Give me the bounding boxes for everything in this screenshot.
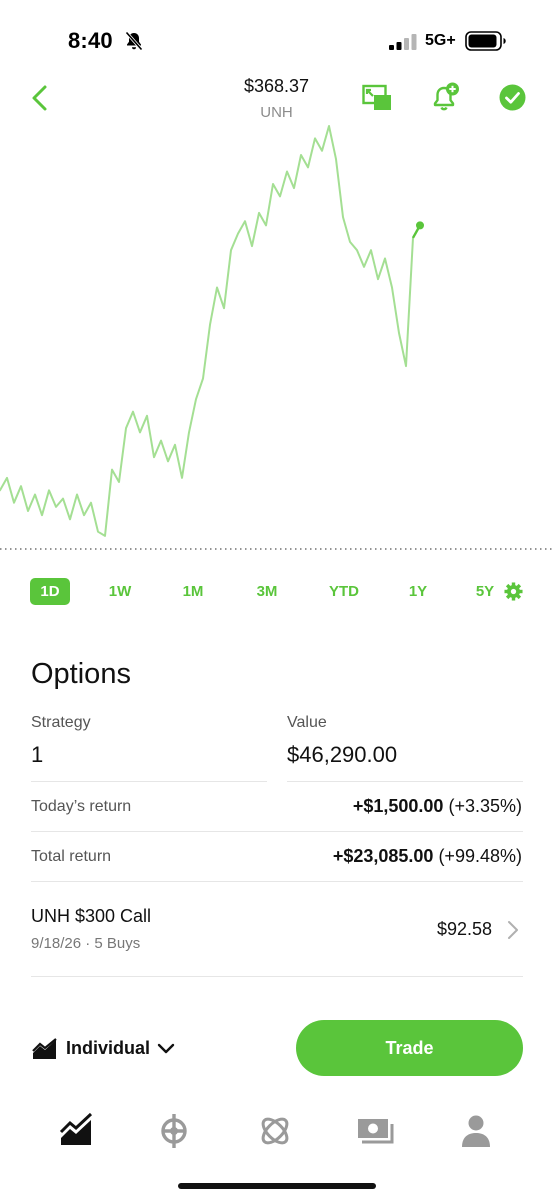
investing-icon[interactable] [56, 1111, 96, 1151]
position-detail: 9/18/26 · 5 Buys [31, 935, 141, 952]
chart-current-point [416, 221, 424, 230]
checkmark-circle-icon[interactable] [499, 84, 526, 111]
range-tab-3m[interactable]: 3M [246, 578, 288, 605]
header-ticker: UNH [260, 104, 293, 121]
chart-range-tabs: 1D 1W 1M 3M YTD 1Y 5Y [0, 578, 553, 606]
total-return-percent: (+99.48%) [438, 846, 522, 866]
total-return-label: Total return [31, 848, 112, 865]
section-title-options: Options [31, 658, 131, 690]
range-tab-5y[interactable]: 5Y [468, 578, 502, 605]
cash-icon[interactable] [355, 1111, 395, 1151]
home-indicator [178, 1183, 376, 1189]
battery-icon [465, 31, 506, 51]
todays-return-value: +$1,500.00 (+3.35%) [353, 796, 522, 817]
crypto-icon[interactable] [154, 1111, 194, 1151]
divider [31, 976, 523, 977]
account-label: Individual [66, 1038, 151, 1058]
stock-header: $368.37 UNH [0, 70, 553, 126]
divider [31, 831, 523, 832]
picture-in-picture-icon[interactable] [362, 84, 392, 112]
total-return-amount: +$23,085.00 [332, 846, 434, 866]
chevron-right-icon [508, 921, 518, 939]
investing-icon [32, 1038, 57, 1059]
range-tab-1m[interactable]: 1M [172, 578, 214, 605]
divider [287, 781, 523, 782]
total-return-value: +$23,085.00 (+99.48%) [333, 846, 522, 867]
chevron-down-icon [157, 1043, 175, 1054]
range-tab-1d[interactable]: 1D [30, 578, 70, 605]
divider [31, 881, 523, 882]
bottom-tab-bar [0, 1105, 553, 1160]
trade-button[interactable]: Trade [296, 1020, 523, 1076]
todays-return-percent: (+3.35%) [448, 796, 522, 816]
status-bar: 8:40 5G+ [0, 0, 553, 70]
browse-icon[interactable] [255, 1111, 295, 1151]
value-label: Value [287, 714, 327, 731]
range-tab-1w[interactable]: 1W [100, 578, 140, 605]
position-value: $92.58 [436, 919, 492, 939]
status-time: 8:40 [68, 28, 113, 53]
range-tab-ytd[interactable]: YTD [322, 578, 366, 605]
bell-muted-icon [125, 31, 143, 51]
header-price: $368.37 [243, 76, 310, 96]
gear-icon[interactable] [504, 582, 523, 601]
todays-return-amount: +$1,500.00 [352, 796, 444, 816]
value-amount: $46,290.00 [287, 742, 398, 767]
price-chart[interactable] [0, 120, 553, 560]
todays-return-label: Today’s return [31, 798, 132, 815]
chart-line [0, 125, 421, 537]
divider [31, 781, 267, 782]
account-icon[interactable] [456, 1111, 496, 1151]
cellular-signal-icon [389, 34, 417, 50]
position-name: UNH $300 Call [31, 906, 152, 926]
strategy-value: 1 [31, 742, 44, 767]
option-position-row[interactable]: UNH $300 Call 9/18/26 · 5 Buys $92.58 [0, 890, 553, 970]
strategy-label: Strategy [31, 714, 91, 731]
network-type: 5G+ [425, 32, 456, 49]
bell-add-icon[interactable] [432, 82, 460, 112]
range-tab-1y[interactable]: 1Y [400, 578, 436, 605]
